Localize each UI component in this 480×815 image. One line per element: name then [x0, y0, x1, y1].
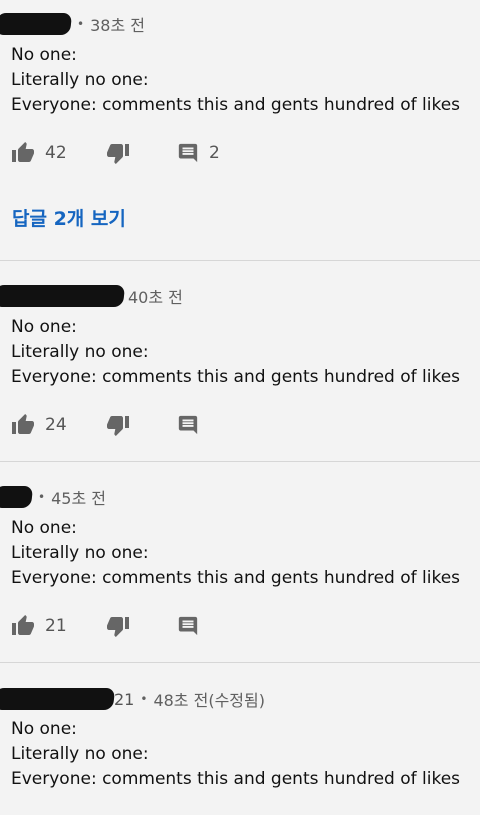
thumbs-down-icon: [107, 617, 129, 637]
redacted-username: [0, 486, 34, 508]
comment-text-line: Everyone: comments this and gents hundre…: [11, 568, 461, 588]
reply-count: 2: [209, 143, 220, 163]
comment-icon: [178, 616, 198, 636]
comment-actions: 42 2: [0, 138, 480, 168]
thumbs-up-icon: [12, 414, 34, 434]
divider: [0, 260, 480, 261]
comment-icon: [178, 415, 198, 435]
comment-text-line: Everyone: comments this and gents hundre…: [11, 367, 461, 387]
thumbs-down-icon: [107, 416, 129, 436]
comment-text-line: Literally no one:: [11, 543, 149, 563]
dislike-button[interactable]: [106, 611, 130, 641]
like-button[interactable]: 42: [11, 138, 67, 168]
comment-timestamp: 48초 전(수정됨): [153, 691, 265, 710]
reply-button[interactable]: [177, 410, 199, 440]
comment-1-meta: • 38초 전: [0, 11, 145, 37]
comment-actions: 21: [0, 611, 480, 641]
comment-text-line: No one:: [11, 518, 77, 538]
like-count: 24: [45, 415, 67, 435]
reply-button[interactable]: 2: [177, 138, 220, 168]
redacted-username: [0, 285, 126, 307]
comment-text-line: No one:: [11, 45, 77, 65]
redacted-username: [0, 688, 116, 710]
thumbs-up-icon: [12, 615, 34, 635]
reply-button[interactable]: [177, 611, 199, 641]
dislike-button[interactable]: [106, 410, 130, 440]
comment-text-line: Everyone: comments this and gents hundre…: [11, 769, 461, 789]
divider: [0, 461, 480, 462]
divider: [0, 662, 480, 663]
comment-text-line: No one:: [11, 317, 77, 337]
thumbs-down-icon: [107, 144, 129, 164]
view-replies-link[interactable]: 답글 2개 보기: [12, 204, 126, 231]
comment-text-line: No one:: [11, 719, 77, 739]
comment-actions: 24: [0, 410, 480, 440]
like-button[interactable]: 24: [11, 410, 67, 440]
dislike-button[interactable]: [106, 138, 130, 168]
comment-3-meta: • 45초 전: [0, 484, 106, 510]
comment-text-line: Everyone: comments this and gents hundre…: [11, 95, 461, 115]
redacted-username: [0, 13, 73, 35]
separator-dot: •: [38, 490, 46, 504]
like-count: 21: [45, 616, 67, 636]
comment-text-line: Literally no one:: [11, 70, 149, 90]
comment-text-line: Literally no one:: [11, 744, 149, 764]
comment-2-meta: 40초 전: [0, 283, 183, 309]
separator-dot: •: [140, 692, 148, 706]
comment-timestamp: 40초 전: [128, 288, 183, 307]
comment-text-line: Literally no one:: [11, 342, 149, 362]
like-button[interactable]: 21: [11, 611, 67, 641]
username-partial: 21: [114, 689, 135, 709]
like-count: 42: [45, 143, 67, 163]
comment-timestamp: 45초 전: [51, 489, 106, 508]
thumbs-up-icon: [12, 142, 34, 162]
separator-dot: •: [77, 17, 85, 31]
comment-4-meta: 21 • 48초 전(수정됨): [0, 686, 265, 712]
comment-timestamp: 38초 전: [90, 16, 145, 35]
comment-icon: [178, 143, 198, 163]
